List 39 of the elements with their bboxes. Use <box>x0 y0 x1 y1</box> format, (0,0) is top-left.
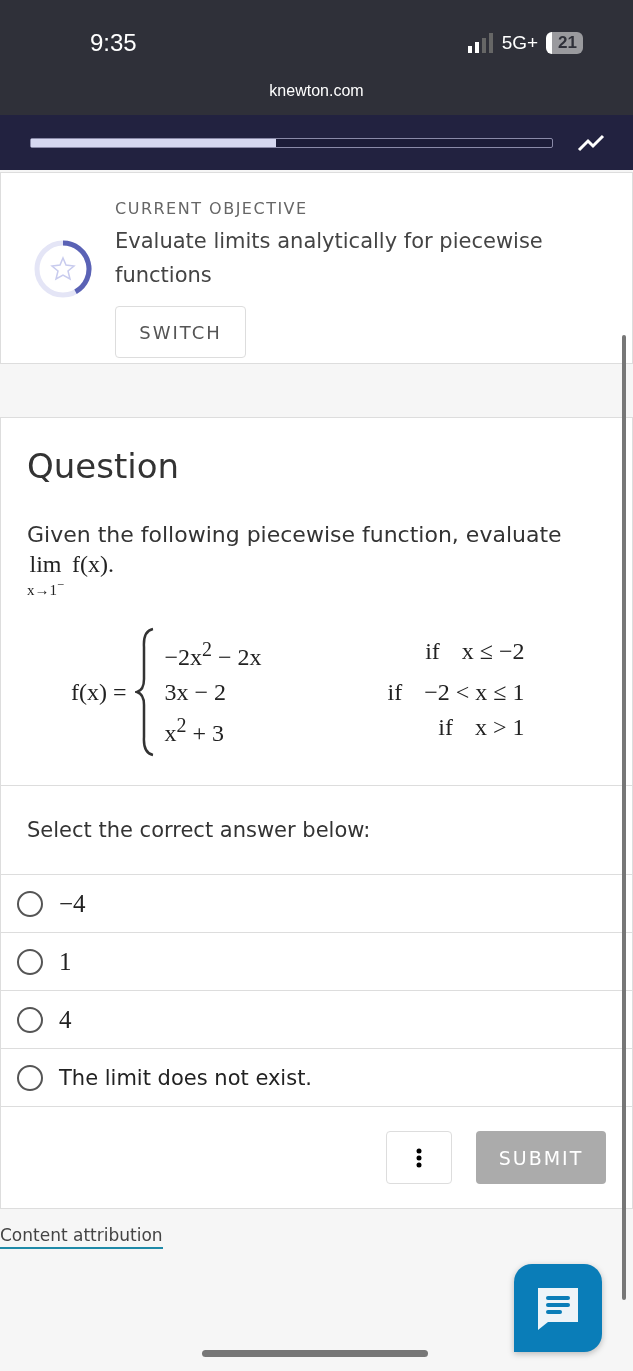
radio-button[interactable] <box>17 1064 43 1091</box>
chat-button[interactable] <box>514 1264 602 1352</box>
case-expression: −2x$^{2}$ − 2x <box>164 637 262 671</box>
trend-icon <box>577 133 605 152</box>
radio-button[interactable] <box>17 890 43 917</box>
radio-button[interactable] <box>17 948 43 975</box>
objective-label: CURRENT OBJECTIVE <box>115 199 309 218</box>
choice-label: −4 <box>59 889 86 918</box>
network-label: 5G+ <box>501 32 539 54</box>
limit-operator: lim <box>29 551 62 578</box>
choice-label: The limit does not exist. <box>59 1065 313 1090</box>
case-condition: x > 1 <box>474 713 525 742</box>
instruction-text: Select the correct answer below: <box>27 818 371 842</box>
case-expression: 3x − 2 <box>164 678 228 706</box>
limit-subscript: x→1$^{−}$ <box>27 578 65 599</box>
limit-expression: f(x). <box>72 551 115 578</box>
switch-button[interactable]: SWITCH <box>115 306 246 358</box>
case-condition: x ≤ −2 <box>461 637 525 666</box>
radio-button[interactable] <box>17 1006 43 1033</box>
objective-progress-ring <box>34 240 92 298</box>
question-prompt: Given the following piecewise function, evaluate <box>27 522 563 547</box>
case-keyword: if <box>425 637 440 666</box>
case-keyword: if <box>387 678 403 706</box>
case-condition: −2 < x ≤ 1 <box>424 678 525 706</box>
status-time: 9:35 <box>90 29 137 57</box>
choice-label: 4 <box>59 1005 72 1034</box>
more-button[interactable] <box>386 1131 452 1184</box>
function-name: f(x) = <box>71 678 127 706</box>
question-heading: Question <box>27 446 181 486</box>
case-keyword: if <box>438 713 453 742</box>
choice-label: 1 <box>59 947 72 976</box>
objective-title: Evaluate limits analytically for piecewise functions <box>115 228 544 289</box>
url-text: knewton.com <box>269 82 364 100</box>
battery-level: 21 <box>546 32 583 54</box>
more-icon <box>416 1147 422 1168</box>
case-expression: x$^{2}$ + 3 <box>164 713 226 747</box>
content-attribution-link[interactable]: Content attribution <box>0 1225 163 1249</box>
star-icon <box>50 256 76 281</box>
signal-icon <box>467 33 494 53</box>
